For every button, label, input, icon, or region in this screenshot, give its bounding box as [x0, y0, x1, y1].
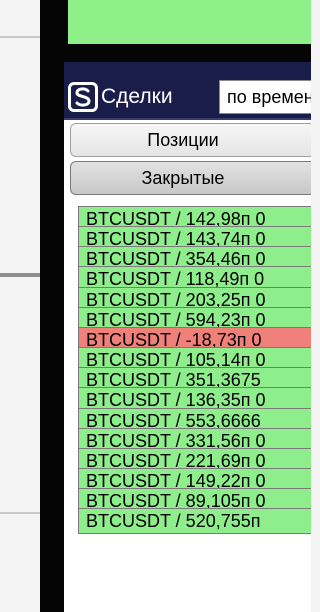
tab-positions[interactable]: Позиции	[70, 123, 311, 157]
left-pane	[0, 0, 40, 612]
sort-select[interactable]: по времени	[219, 80, 311, 114]
divider	[0, 512, 40, 514]
status-banner	[68, 0, 311, 44]
deals-title: Сделки	[101, 85, 173, 108]
trade-row[interactable]: BTCUSDT / 520,755п	[78, 508, 311, 535]
splitter-handle[interactable]	[0, 273, 40, 277]
deals-logo-icon	[68, 82, 98, 112]
divider	[0, 36, 40, 38]
tab-closed[interactable]: Закрытые	[70, 161, 311, 195]
